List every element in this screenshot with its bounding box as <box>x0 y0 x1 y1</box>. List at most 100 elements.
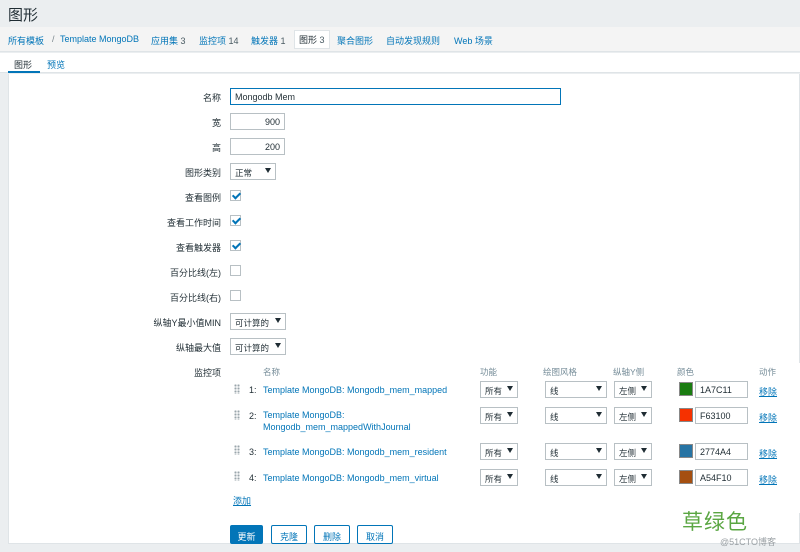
item-index: 1: <box>249 385 257 395</box>
chevron-down-icon <box>596 474 602 479</box>
active-tab-indicator <box>8 71 40 73</box>
tab-graphs[interactable]: 图形 3 <box>294 30 330 49</box>
show-triggers-checkbox[interactable] <box>230 240 241 251</box>
column-header-draw-style: 绘图风格 <box>543 367 578 377</box>
form-tabs: 图形 预览 <box>0 53 800 73</box>
graph-type-label: 图形类别 <box>184 168 221 178</box>
width-label: 宽 <box>211 118 221 128</box>
tab-preview[interactable]: 预览 <box>47 58 65 71</box>
color-swatch[interactable] <box>679 408 693 422</box>
item-index: 3: <box>249 447 257 457</box>
chevron-down-icon <box>507 386 513 391</box>
show-triggers-label: 查看触发器 <box>175 243 221 253</box>
item-y-axis-select[interactable]: 左侧 <box>614 381 652 398</box>
item-y-axis-select[interactable]: 左侧 <box>614 469 652 486</box>
clone-button[interactable]: 克隆 <box>271 525 307 544</box>
header: 图形 <box>0 0 800 27</box>
item-remove-link[interactable]: 移除 <box>759 447 777 460</box>
tab-discovery-rules[interactable]: 自动发现规则 <box>386 34 440 47</box>
ymax-label: 纵轴最大值 <box>175 343 221 353</box>
drag-handle-icon[interactable] <box>234 471 240 481</box>
chevron-down-icon <box>641 474 647 479</box>
drag-handle-icon[interactable] <box>234 445 240 455</box>
item-index: 2: <box>249 411 257 421</box>
item-y-axis-select[interactable]: 左侧 <box>614 407 652 424</box>
chevron-down-icon <box>275 318 281 323</box>
ymax-select[interactable]: 可计算的 <box>230 338 286 355</box>
chevron-down-icon <box>596 412 602 417</box>
tab-applications[interactable]: 应用集 3 <box>151 34 186 47</box>
chevron-down-icon <box>507 474 513 479</box>
name-label: 名称 <box>202 93 221 103</box>
color-swatch[interactable] <box>679 444 693 458</box>
item-function-select[interactable]: 所有 <box>480 381 518 398</box>
delete-button[interactable]: 删除 <box>314 525 350 544</box>
column-header-y-axis: 纵轴Y侧 <box>613 367 645 377</box>
update-button[interactable]: 更新 <box>230 525 263 544</box>
item-color-input[interactable] <box>695 469 748 486</box>
items-label: 监控项 <box>193 368 221 378</box>
color-swatch[interactable] <box>679 470 693 484</box>
drag-handle-icon[interactable] <box>234 410 240 420</box>
percentile-right-checkbox[interactable] <box>230 290 241 301</box>
item-color-input[interactable] <box>695 407 748 424</box>
add-item-link[interactable]: 添加 <box>233 494 251 507</box>
show-legend-label: 查看图例 <box>184 193 221 203</box>
column-header-name: 名称 <box>263 367 281 377</box>
height-label: 高 <box>211 143 221 153</box>
chevron-down-icon <box>641 412 647 417</box>
chevron-down-icon <box>507 448 513 453</box>
item-draw-style-select[interactable]: 线 <box>545 381 607 398</box>
tab-triggers[interactable]: 触发器 1 <box>251 34 286 47</box>
graph-form: 名称 宽 高 图形类别 正常 查看图例 查看工作时间 查看触发器 百分比线(左)… <box>8 74 800 544</box>
item-function-select[interactable]: 所有 <box>480 407 518 424</box>
item-function-select[interactable]: 所有 <box>480 443 518 460</box>
tab-screens[interactable]: 聚合图形 <box>337 34 373 47</box>
item-remove-link[interactable]: 移除 <box>759 473 777 486</box>
name-input[interactable] <box>230 88 561 105</box>
item-draw-style-select[interactable]: 线 <box>545 469 607 486</box>
item-color-input[interactable] <box>695 443 748 460</box>
item-remove-link[interactable]: 移除 <box>759 411 777 424</box>
chevron-down-icon <box>641 448 647 453</box>
drag-handle-icon[interactable] <box>234 384 240 394</box>
item-remove-link[interactable]: 移除 <box>759 385 777 398</box>
chevron-down-icon <box>265 168 271 173</box>
graph-type-select[interactable]: 正常 <box>230 163 276 180</box>
item-link[interactable]: Template MongoDB: Mongodb_mem_resident <box>263 446 447 458</box>
cancel-button[interactable]: 取消 <box>357 525 393 544</box>
height-input[interactable] <box>230 138 285 155</box>
item-y-axis-select[interactable]: 左侧 <box>614 443 652 460</box>
item-link[interactable]: Template MongoDB: Mongodb_mem_mappedWith… <box>263 409 411 433</box>
breadcrumb-all-templates[interactable]: 所有模板 <box>8 34 44 47</box>
item-draw-style-select[interactable]: 线 <box>545 443 607 460</box>
item-link[interactable]: Template MongoDB: Mongodb_mem_virtual <box>263 472 439 484</box>
chevron-down-icon <box>507 412 513 417</box>
column-header-action: 动作 <box>759 367 777 377</box>
tab-items[interactable]: 监控项 14 <box>199 34 239 47</box>
item-function-select[interactable]: 所有 <box>480 469 518 486</box>
show-working-time-checkbox[interactable] <box>230 215 241 226</box>
ymin-select[interactable]: 可计算的 <box>230 313 286 330</box>
percentile-left-label: 百分比线(左) <box>170 268 221 278</box>
item-index: 4: <box>249 473 257 483</box>
chevron-down-icon <box>275 343 281 348</box>
width-input[interactable] <box>230 113 285 130</box>
color-swatch[interactable] <box>679 382 693 396</box>
show-legend-checkbox[interactable] <box>230 190 241 201</box>
tab-web-scenarios[interactable]: Web 场景 <box>454 34 493 47</box>
item-draw-style-select[interactable]: 线 <box>545 407 607 424</box>
ymin-label: 纵轴Y最小值MIN <box>153 318 221 328</box>
tab-graph[interactable]: 图形 <box>14 58 32 71</box>
column-header-function: 功能 <box>480 367 498 377</box>
breadcrumb-template[interactable]: Template MongoDB <box>60 34 139 44</box>
breadcrumb-separator: / <box>52 34 55 44</box>
percentile-left-checkbox[interactable] <box>230 265 241 276</box>
item-link[interactable]: Template MongoDB: Mongodb_mem_mapped <box>263 384 447 396</box>
item-color-input[interactable] <box>695 381 748 398</box>
show-working-time-label: 查看工作时间 <box>166 218 221 228</box>
chevron-down-icon <box>596 386 602 391</box>
page-title: 图形 <box>8 7 39 24</box>
watermark-text: 草绿色 <box>682 511 748 534</box>
chevron-down-icon <box>596 448 602 453</box>
